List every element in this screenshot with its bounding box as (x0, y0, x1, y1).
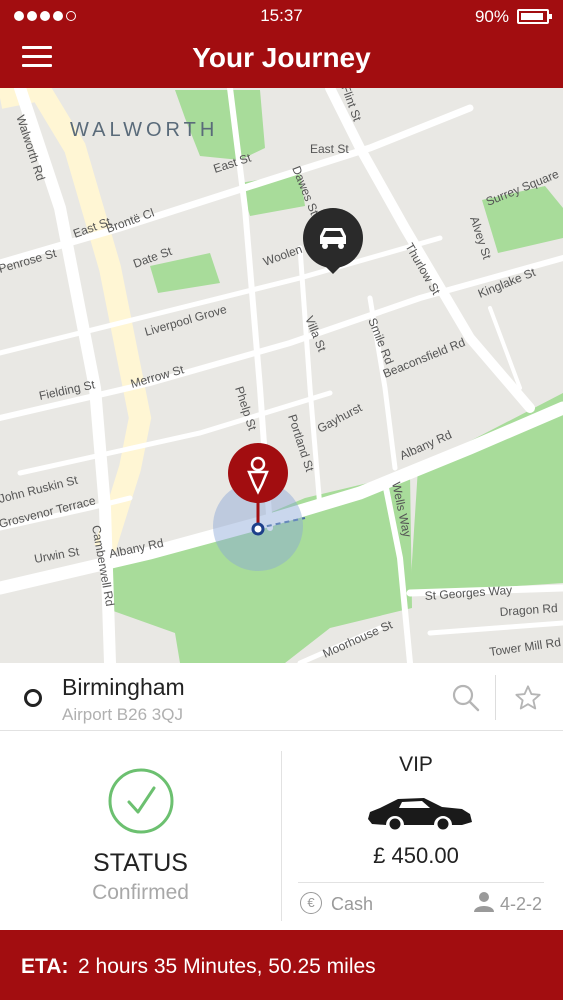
euro-coin-icon: € (300, 892, 322, 914)
vehicle-class: VIP (399, 753, 433, 776)
search-icon[interactable] (452, 684, 480, 712)
journey-details: STATUS Confirmed VIP £ 450.00 € Cash 4-2… (0, 731, 563, 930)
eta-bar: ETA: 2 hours 35 Minutes, 50.25 miles (0, 930, 563, 1000)
status-title: STATUS (93, 849, 188, 877)
divider (495, 675, 496, 720)
street-label: Phelp St (232, 385, 260, 433)
status-bar: 15:37 90% (0, 0, 563, 32)
street-label: Brontë Cl (104, 206, 156, 236)
destination-ring-icon (24, 689, 42, 707)
status-value: Confirmed (92, 881, 189, 904)
person-icon (474, 892, 494, 912)
street-label: Urwin St (33, 544, 81, 566)
eta-label: ETA: (21, 955, 69, 978)
passengers-luggage: 4-2-2 (500, 894, 543, 914)
check-circle-icon (108, 768, 174, 834)
road (427, 620, 563, 636)
destination-city: Birmingham (62, 674, 185, 700)
street-label: Woolen (261, 242, 304, 269)
map-area-label: WALWORTH (70, 119, 218, 141)
street-label: Dragon Rd (499, 601, 558, 619)
map-canvas[interactable]: WALWORTH Walworth Rd East St East St Eas… (0, 88, 563, 663)
price: £ 450.00 (373, 843, 459, 868)
car-icon (368, 798, 472, 832)
star-icon[interactable] (514, 684, 542, 712)
street-label: Penrose St (0, 246, 59, 276)
eta-text: 2 hours 35 Minutes, 50.25 miles (78, 955, 376, 978)
page-title: Your Journey (192, 42, 371, 73)
battery-percentage: 90% (474, 7, 509, 26)
street-label: East St (310, 142, 349, 156)
payment-method: Cash (331, 894, 374, 914)
street-label: Tower Mill Rd (488, 635, 561, 659)
street-label: Gayhurst (315, 400, 365, 436)
app-header: 15:37 90% Your Journey (0, 0, 563, 88)
battery-icon (517, 9, 552, 24)
destination-detail: Airport B26 3QJ (62, 705, 183, 724)
street-label: Smile Rd (365, 316, 396, 366)
divider (298, 882, 544, 883)
map-view[interactable]: WALWORTH Walworth Rd East St East St Eas… (0, 88, 563, 663)
